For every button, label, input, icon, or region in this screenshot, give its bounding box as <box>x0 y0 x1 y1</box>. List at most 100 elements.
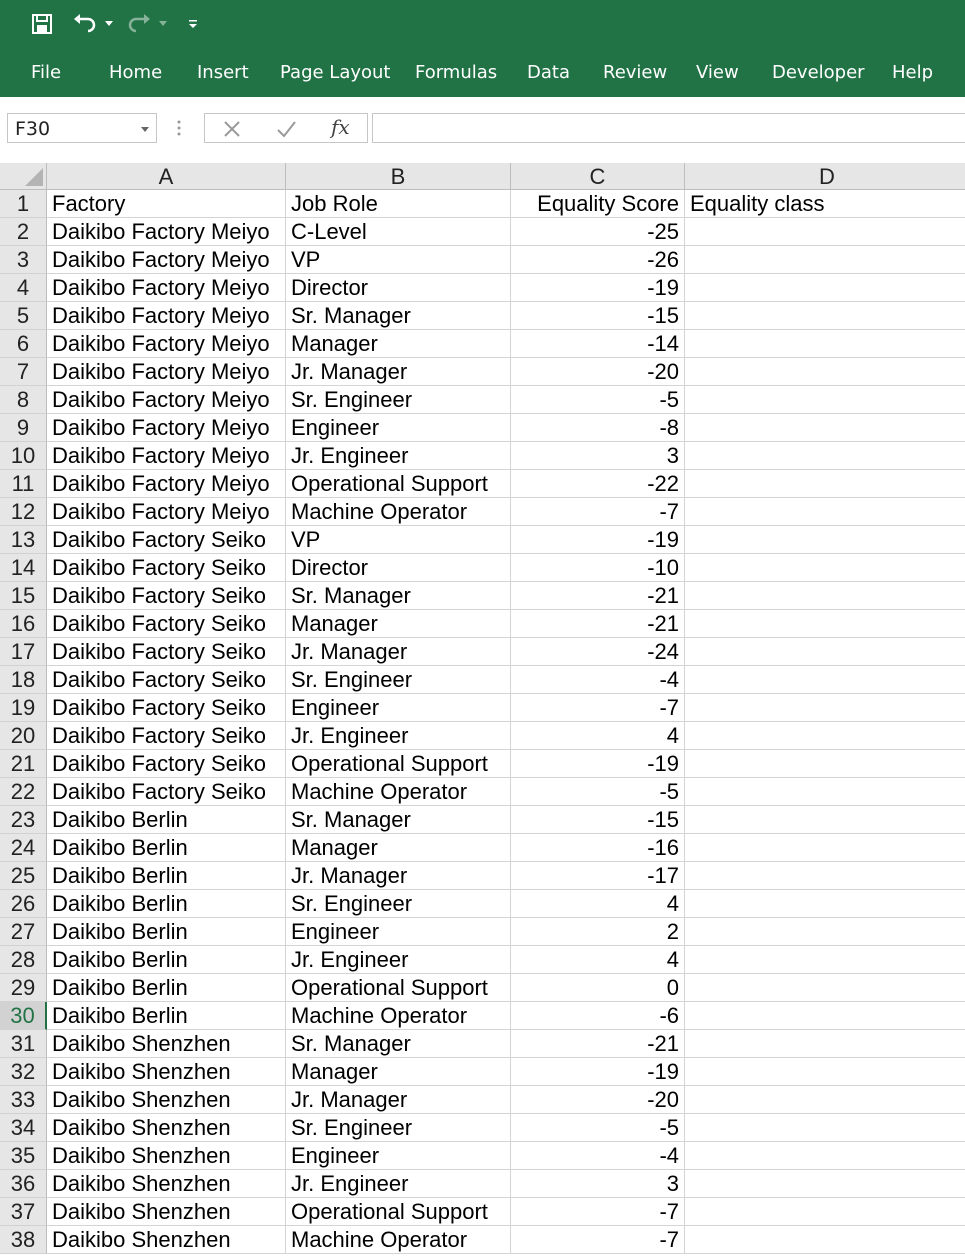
cell-b[interactable]: Engineer <box>286 1142 511 1170</box>
row-header[interactable]: 14 <box>0 554 47 582</box>
cell-c[interactable]: -5 <box>511 386 685 414</box>
cell-c[interactable]: -5 <box>511 1114 685 1142</box>
cell-c[interactable]: -19 <box>511 1058 685 1086</box>
row-header[interactable]: 17 <box>0 638 47 666</box>
cell-b[interactable]: Director <box>286 274 511 302</box>
insert-function-icon[interactable]: fx <box>331 115 350 139</box>
row-header[interactable]: 22 <box>0 778 47 806</box>
cell-d[interactable] <box>685 610 965 638</box>
cell-d[interactable] <box>685 1226 965 1254</box>
chevron-down-icon[interactable] <box>140 121 150 137</box>
row-header[interactable]: 4 <box>0 274 47 302</box>
cell-c[interactable]: -24 <box>511 638 685 666</box>
cell-d[interactable] <box>685 918 965 946</box>
cell-a[interactable]: Daikibo Factory Seiko <box>47 750 286 778</box>
row-header[interactable]: 21 <box>0 750 47 778</box>
cell-c[interactable]: -21 <box>511 1030 685 1058</box>
row-header[interactable]: 2 <box>0 218 47 246</box>
cell-a[interactable]: Daikibo Factory Seiko <box>47 638 286 666</box>
cell-d[interactable] <box>685 778 965 806</box>
row-header[interactable]: 8 <box>0 386 47 414</box>
cell-c[interactable]: -20 <box>511 358 685 386</box>
cell-c[interactable]: -22 <box>511 470 685 498</box>
cell-b[interactable]: Sr. Manager <box>286 582 511 610</box>
save-icon[interactable] <box>28 10 56 38</box>
cell-a[interactable]: Daikibo Shenzhen <box>47 1142 286 1170</box>
cell-d[interactable] <box>685 806 965 834</box>
cell-a[interactable]: Daikibo Shenzhen <box>47 1226 286 1254</box>
cell-b[interactable]: Machine Operator <box>286 498 511 526</box>
row-header[interactable]: 38 <box>0 1226 47 1254</box>
cell-d[interactable] <box>685 834 965 862</box>
cell-a[interactable]: Daikibo Factory Meiyo <box>47 442 286 470</box>
cell-b[interactable]: Director <box>286 554 511 582</box>
row-header[interactable]: 37 <box>0 1198 47 1226</box>
cell-d[interactable] <box>685 666 965 694</box>
cell-a[interactable]: Daikibo Berlin <box>47 1002 286 1030</box>
cell-b[interactable]: Operational Support <box>286 974 511 1002</box>
row-header[interactable]: 10 <box>0 442 47 470</box>
row-header[interactable]: 19 <box>0 694 47 722</box>
cell-b[interactable]: Jr. Engineer <box>286 1170 511 1198</box>
column-header-c[interactable]: C <box>511 163 685 190</box>
row-header[interactable]: 33 <box>0 1086 47 1114</box>
cell-a[interactable]: Daikibo Berlin <box>47 806 286 834</box>
cell-c[interactable]: 2 <box>511 918 685 946</box>
cell-b[interactable]: VP <box>286 246 511 274</box>
redo-dropdown-icon[interactable] <box>156 10 170 38</box>
cell-d[interactable] <box>685 1058 965 1086</box>
cell-b[interactable]: Jr. Engineer <box>286 442 511 470</box>
cell-a[interactable]: Daikibo Berlin <box>47 890 286 918</box>
cell-b[interactable]: VP <box>286 526 511 554</box>
tab-insert[interactable]: Insert <box>197 62 249 83</box>
cell-a[interactable]: Daikibo Shenzhen <box>47 1198 286 1226</box>
row-header[interactable]: 26 <box>0 890 47 918</box>
redo-icon[interactable] <box>124 10 154 38</box>
cell-c[interactable]: -16 <box>511 834 685 862</box>
cell-c[interactable]: 3 <box>511 1170 685 1198</box>
row-header[interactable]: 18 <box>0 666 47 694</box>
cell-d[interactable] <box>685 302 965 330</box>
row-header[interactable]: 5 <box>0 302 47 330</box>
cell-c[interactable]: -7 <box>511 1198 685 1226</box>
row-header[interactable]: 7 <box>0 358 47 386</box>
cell-b[interactable]: Engineer <box>286 694 511 722</box>
column-header-a[interactable]: A <box>47 163 286 190</box>
cell-c[interactable]: -7 <box>511 498 685 526</box>
cell-a[interactable]: Daikibo Shenzhen <box>47 1170 286 1198</box>
cell-d[interactable] <box>685 554 965 582</box>
tab-formulas[interactable]: Formulas <box>415 62 497 83</box>
cell-d[interactable] <box>685 1002 965 1030</box>
cell-b[interactable]: Machine Operator <box>286 778 511 806</box>
cell-b[interactable]: Operational Support <box>286 470 511 498</box>
cell-a[interactable]: Daikibo Factory Meiyo <box>47 274 286 302</box>
row-header[interactable]: 31 <box>0 1030 47 1058</box>
cell-d[interactable] <box>685 274 965 302</box>
cell-b[interactable]: Sr. Engineer <box>286 1114 511 1142</box>
cell-a[interactable]: Daikibo Berlin <box>47 946 286 974</box>
cell-b[interactable]: Jr. Manager <box>286 638 511 666</box>
cell-b[interactable]: Manager <box>286 1058 511 1086</box>
cell-a[interactable]: Daikibo Factory Seiko <box>47 582 286 610</box>
row-header[interactable]: 16 <box>0 610 47 638</box>
tab-developer[interactable]: Developer <box>772 62 865 83</box>
cell-d[interactable] <box>685 750 965 778</box>
cell-c[interactable]: -5 <box>511 778 685 806</box>
cell-d[interactable] <box>685 582 965 610</box>
tab-home[interactable]: Home <box>109 62 162 83</box>
cell-b[interactable]: Operational Support <box>286 1198 511 1226</box>
cell-d[interactable] <box>685 722 965 750</box>
cell-d[interactable] <box>685 1170 965 1198</box>
cell-c[interactable]: -15 <box>511 302 685 330</box>
row-header[interactable]: 32 <box>0 1058 47 1086</box>
row-header[interactable]: 29 <box>0 974 47 1002</box>
row-header[interactable]: 13 <box>0 526 47 554</box>
row-header[interactable]: 9 <box>0 414 47 442</box>
cell-a[interactable]: Daikibo Factory Seiko <box>47 526 286 554</box>
cell-d[interactable] <box>685 442 965 470</box>
cell-a[interactable]: Daikibo Factory Seiko <box>47 666 286 694</box>
column-header-d[interactable]: D <box>685 163 965 190</box>
cell-d[interactable] <box>685 694 965 722</box>
cell-c[interactable]: Equality Score <box>511 190 685 218</box>
column-header-b[interactable]: B <box>286 163 511 190</box>
